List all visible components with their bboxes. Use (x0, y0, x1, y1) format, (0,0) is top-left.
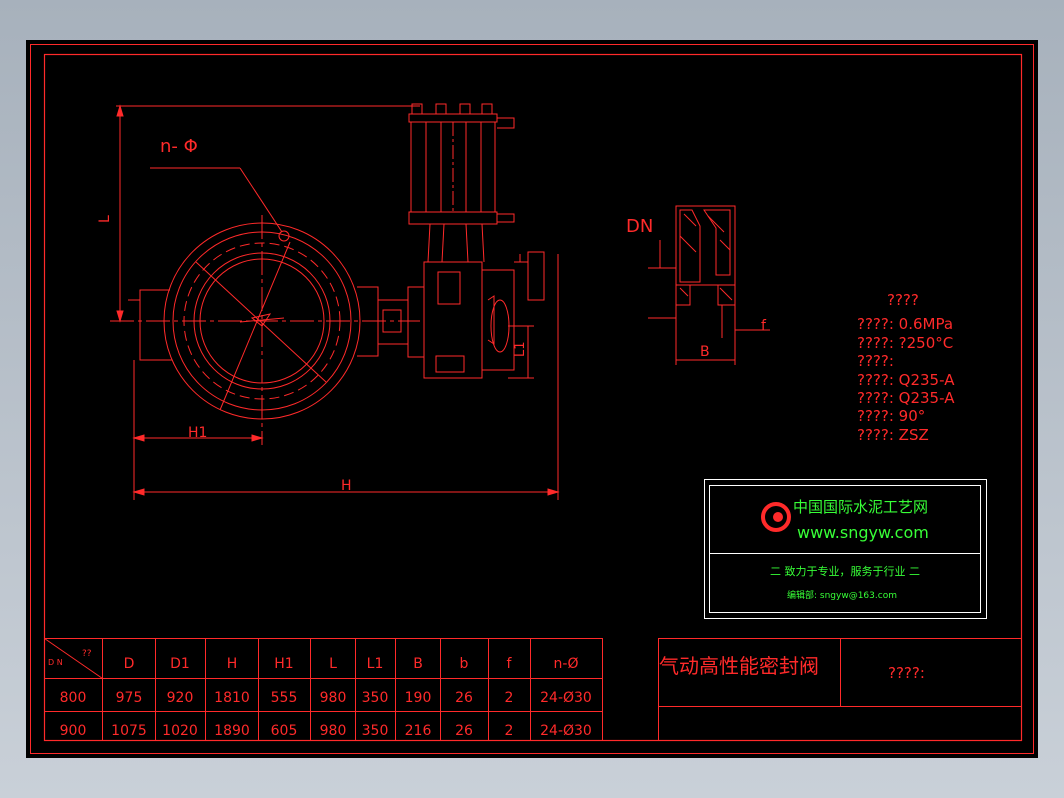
table-cell: 2 (505, 690, 514, 706)
table-cell: 24-Ø30 (540, 723, 592, 739)
table-corner-bottom: D N (48, 658, 63, 667)
logo-icon (761, 502, 791, 532)
table-cell: 1810 (214, 690, 250, 706)
spec-line: ????: 0.6MPa (857, 315, 953, 333)
label-n-phi: n- Φ (160, 136, 198, 157)
table-header: H (227, 656, 238, 672)
table-cell: 216 (405, 723, 432, 739)
drawing-title: 气动高性能密封阀 (659, 654, 819, 678)
table-cell: 26 (455, 690, 473, 706)
table-corner-top: ?? (82, 649, 92, 659)
table-cell: 920 (167, 690, 194, 706)
label-L1: L1 (513, 341, 528, 357)
spec-line: ????: (857, 352, 894, 370)
table-header: H1 (274, 656, 293, 672)
spec-line: ????: 90° (857, 407, 925, 425)
table-cell: 800 (60, 690, 87, 706)
logo-company: 中国国际水泥工艺网 (793, 498, 928, 516)
spec-line: ????: Q235-A (857, 371, 955, 389)
label-f: f (761, 318, 767, 334)
table-header: L (329, 656, 337, 672)
seal-section-view (648, 205, 770, 365)
table-cell: 980 (320, 723, 347, 739)
table-cell: 2 (505, 723, 514, 739)
title-field: ????: (888, 664, 925, 682)
table-header: b (460, 656, 469, 672)
label-L: L (97, 215, 113, 223)
spec-line: ????: Q235-A (857, 389, 955, 407)
table-cell: 190 (405, 690, 432, 706)
label-DN: DN (626, 216, 653, 237)
table-header: D1 (170, 656, 190, 672)
table-cell: 1890 (214, 723, 250, 739)
table-cell: 1020 (162, 723, 198, 739)
table-cell: 555 (271, 690, 298, 706)
table-cell: 980 (320, 690, 347, 706)
valve-front-view (110, 215, 425, 445)
table-cell: 975 (116, 690, 143, 706)
table-cell: 350 (362, 723, 389, 739)
cad-drawing-sheet: n- Φ L H1 H L1 DN B f ???? ????: 0.6MPa … (26, 40, 1038, 758)
table-cell: 900 (60, 723, 87, 739)
table-header: D (124, 656, 135, 672)
label-H1: H1 (188, 425, 207, 441)
specs-heading: ???? (887, 291, 919, 309)
logo-url: www.sngyw.com (797, 523, 929, 542)
spec-line: ????: ?250°C (857, 334, 953, 352)
table-header: L1 (367, 656, 384, 672)
table-header: B (413, 656, 423, 672)
table-cell: 605 (271, 723, 298, 739)
dimension-lines (116, 104, 560, 500)
logo-email: 编辑部: sngyw@163.com (787, 589, 897, 601)
pneumatic-actuator (408, 103, 545, 379)
table-cell: 350 (362, 690, 389, 706)
spec-line: ????: ZSZ (857, 426, 929, 444)
table-header: n-Ø (554, 656, 579, 672)
table-headers: D D1 H H1 L L1 B b f n-Ø (124, 656, 579, 672)
table-row: 800 975 920 1810 555 980 350 190 26 2 24… (60, 690, 592, 706)
cad-drawing-canvas: n- Φ L H1 H L1 DN B f ???? ????: 0.6MPa … (30, 44, 1034, 754)
table-cell: 1075 (111, 723, 147, 739)
table-cell: 26 (455, 723, 473, 739)
table-row: 900 1075 1020 1890 605 980 350 216 26 2 … (60, 723, 592, 739)
label-H: H (341, 478, 352, 494)
table-cell: 24-Ø30 (540, 690, 592, 706)
logo-slogan: 二 致力于专业，服务于行业 二 (770, 564, 920, 578)
table-header: f (507, 656, 513, 672)
label-B: B (700, 344, 710, 360)
